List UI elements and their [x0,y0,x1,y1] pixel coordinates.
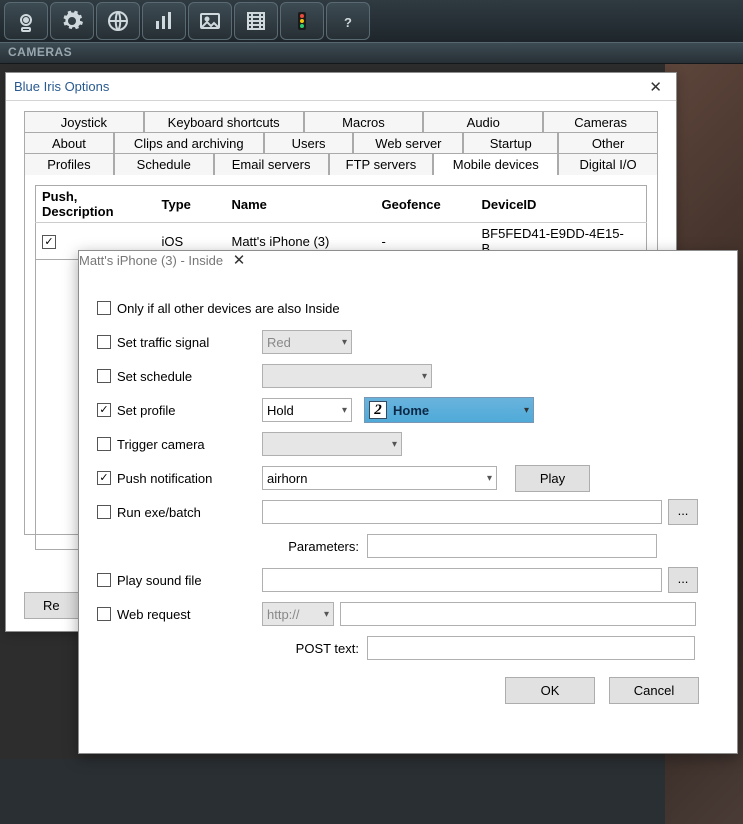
push-sound-select[interactable]: airhorn▾ [262,466,497,490]
help-icon[interactable]: ? [326,2,370,40]
chevron-down-icon: ▾ [338,405,347,416]
options-button-partial[interactable]: Re [24,592,79,619]
post-text-input[interactable] [367,636,695,660]
image-icon[interactable] [188,2,232,40]
browse-exe-button[interactable]: ... [668,499,698,525]
play-sound-checkbox[interactable] [97,573,111,587]
tab-users[interactable]: Users [264,132,354,154]
sub-titlebar: Matt's iPhone (3) - Inside ✕ [79,251,737,281]
sound-path-input[interactable] [262,568,662,592]
devices-table: Push, Description Type Name Geofence Dev… [35,185,647,260]
set-traffic-label: Set traffic signal [117,335,209,350]
set-traffic-checkbox[interactable] [97,335,111,349]
tab-mobile[interactable]: Mobile devices [433,153,558,175]
main-toolbar: ? [0,0,743,42]
sub-close-icon[interactable]: ✕ [227,250,252,271]
play-sound-label: Play sound file [117,573,202,588]
section-header: CAMERAS [0,42,743,64]
profile-mode-select[interactable]: Hold▾ [262,398,352,422]
set-profile-label: Set profile [117,403,176,418]
th-geofence[interactable]: Geofence [376,186,476,223]
tab-macros[interactable]: Macros [304,111,424,133]
sub-title: Matt's iPhone (3) - Inside [79,253,223,268]
th-deviceid[interactable]: DeviceID [476,186,647,223]
options-title: Blue Iris Options [14,79,109,94]
web-request-checkbox[interactable] [97,607,111,621]
play-button[interactable]: Play [515,465,590,492]
tab-audio[interactable]: Audio [423,111,543,133]
close-icon[interactable]: ✕ [643,76,668,98]
set-profile-checkbox[interactable] [97,403,111,417]
trigger-camera-select[interactable]: ▾ [262,432,402,456]
camera-icon[interactable] [4,2,48,40]
th-type[interactable]: Type [156,186,226,223]
tab-keyboard[interactable]: Keyboard shortcuts [144,111,304,133]
trigger-camera-checkbox[interactable] [97,437,111,451]
tab-email[interactable]: Email servers [214,153,329,175]
run-exe-checkbox[interactable] [97,505,111,519]
tab-other[interactable]: Other [558,132,658,154]
tab-schedule[interactable]: Schedule [114,153,214,175]
chevron-down-icon: ▾ [338,337,347,348]
only-inside-label: Only if all other devices are also Insid… [117,301,340,316]
trigger-camera-label: Trigger camera [117,437,205,452]
options-titlebar: Blue Iris Options ✕ [6,73,676,101]
globe-icon[interactable] [96,2,140,40]
th-push[interactable]: Push, Description [36,186,156,223]
set-schedule-label: Set schedule [117,369,192,384]
set-schedule-checkbox[interactable] [97,369,111,383]
params-label: Parameters: [262,539,367,554]
svg-text:?: ? [344,15,352,30]
traffic-select[interactable]: Red▾ [262,330,352,354]
tab-cameras[interactable]: Cameras [543,111,658,133]
tab-about[interactable]: About [24,132,114,154]
push-notif-checkbox[interactable] [97,471,111,485]
chevron-down-icon: ▾ [418,371,427,382]
row-push-checkbox[interactable] [42,235,56,249]
push-notif-label: Push notification [117,471,212,486]
geofence-action-dialog: Matt's iPhone (3) - Inside ✕ Only if all… [78,250,738,754]
chart-icon[interactable] [142,2,186,40]
tab-clips[interactable]: Clips and archiving [114,132,264,154]
ok-button[interactable]: OK [505,677,595,704]
tab-ftp[interactable]: FTP servers [329,153,434,175]
exe-params-input[interactable] [367,534,657,558]
tab-profiles[interactable]: Profiles [24,153,114,175]
run-exe-label: Run exe/batch [117,505,201,520]
browse-sound-button[interactable]: ... [668,567,698,593]
chevron-down-icon: ▾ [483,473,492,484]
scheme-select[interactable]: http://▾ [262,602,334,626]
gear-icon[interactable] [50,2,94,40]
film-icon[interactable] [234,2,278,40]
tab-digitalio[interactable]: Digital I/O [558,153,658,175]
only-inside-checkbox[interactable] [97,301,111,315]
post-text-label: POST text: [262,641,367,656]
th-name[interactable]: Name [226,186,376,223]
traffic-icon[interactable] [280,2,324,40]
schedule-select[interactable]: ▾ [262,364,432,388]
tab-startup[interactable]: Startup [463,132,558,154]
chevron-down-icon: ▾ [520,405,529,416]
profile-number: 2 [369,401,387,419]
exe-path-input[interactable] [262,500,662,524]
tab-joystick[interactable]: Joystick [24,111,144,133]
tab-webserver[interactable]: Web server [353,132,463,154]
profile-name: Home [393,403,429,418]
chevron-down-icon: ▾ [320,609,329,620]
profile-select[interactable]: 2 Home ▾ [364,397,534,423]
web-request-label: Web request [117,607,190,622]
url-input[interactable] [340,602,696,626]
chevron-down-icon: ▾ [388,439,397,450]
cancel-button[interactable]: Cancel [609,677,699,704]
